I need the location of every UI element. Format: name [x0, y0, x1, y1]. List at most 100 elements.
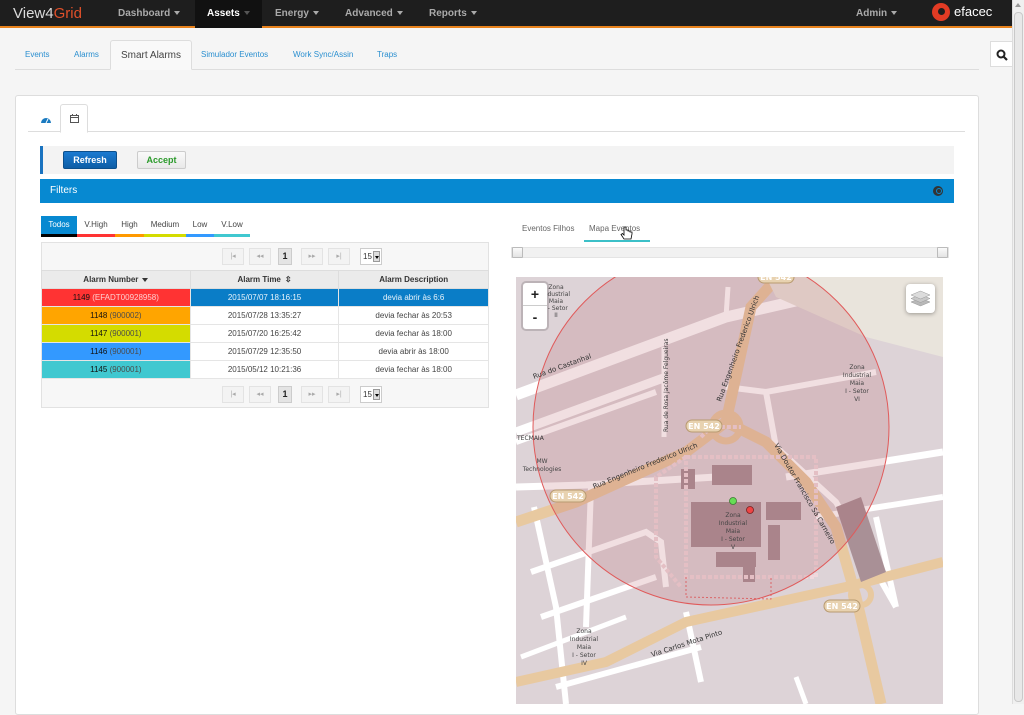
en542-shield: EN 542 [757, 277, 795, 284]
green-marker [729, 497, 737, 505]
zoom-in-button[interactable]: + [523, 283, 547, 306]
tab-simulador-eventos[interactable]: Simulador Eventos [191, 40, 278, 70]
nav-dashboard[interactable]: Dashboard [106, 0, 192, 28]
svg-text:EN 542: EN 542 [826, 602, 858, 611]
time-range-slider[interactable] [511, 247, 949, 258]
column-label: Alarm Number [83, 275, 139, 284]
current-page[interactable]: 1 [278, 248, 292, 265]
svg-text:Zona: Zona [725, 512, 741, 519]
tab-eventos-filhos[interactable]: Eventos Filhos [522, 224, 574, 242]
hand-cursor-icon [620, 226, 633, 240]
brand-main: View4 [13, 5, 54, 22]
tab-calendar-view[interactable] [60, 104, 88, 133]
search-button[interactable] [990, 41, 1012, 67]
table-row[interactable]: 1148 (900002) 2015/07/28 13:35:27 devia … [41, 306, 489, 325]
sort-icon: ⇳ [284, 275, 292, 285]
alarm-ref: (900001) [109, 347, 142, 356]
current-page[interactable]: 1 [278, 386, 292, 403]
nav-energy[interactable]: Energy [263, 0, 331, 28]
user-name: Admin [856, 8, 888, 19]
alarm-description-cell: devia abrir às 18:00 [338, 342, 489, 361]
prev-page-button[interactable]: ◂◂ [249, 386, 271, 403]
alarm-number: 1147 [90, 329, 108, 338]
next-page-button[interactable]: ▸▸ [301, 386, 323, 403]
filter-vhigh[interactable]: V.High [77, 216, 115, 237]
accept-button[interactable]: Accept [137, 151, 186, 169]
layers-button[interactable] [906, 284, 935, 313]
table-row[interactable]: 1149 (EFADT00928958) 2015/07/07 18:16:15… [41, 288, 489, 307]
tab-events[interactable]: Events [15, 40, 59, 70]
alarm-description-cell: devia abrir às 6:6 [338, 288, 489, 307]
tab-traps[interactable]: Traps [367, 40, 407, 70]
first-page-button[interactable]: |◂ [222, 248, 244, 265]
tab-smart-alarms[interactable]: Smart Alarms [110, 40, 193, 70]
tab-mapa-eventos[interactable]: Mapa Eventos [584, 224, 650, 242]
page-scrollbar[interactable] [1012, 0, 1024, 704]
filters-toggle-icon[interactable] [933, 186, 943, 196]
zoom-out-button[interactable]: - [523, 306, 547, 329]
brand-logo[interactable]: View4Grid [13, 5, 82, 22]
caret-down-icon [243, 11, 250, 16]
page-size-select[interactable]: 15 [360, 386, 382, 403]
alarm-table: Alarm Number Alarm Time ⇳ Alarm Descripti… [41, 270, 489, 379]
first-page-button[interactable]: |◂ [222, 386, 244, 403]
scroll-up-arrow-icon[interactable] [1015, 3, 1021, 7]
filter-todos[interactable]: Todos [41, 216, 77, 237]
filter-vlow[interactable]: V.Low [214, 216, 250, 237]
table-row[interactable]: 1146 (900001) 2015/07/29 12:35:50 devia … [41, 342, 489, 361]
caret-down-icon [312, 11, 319, 16]
tab-alarms[interactable]: Alarms [64, 40, 109, 70]
svg-text:II: II [554, 312, 558, 319]
page-size-value: 15 [363, 390, 372, 399]
page-size-value: 15 [363, 252, 372, 261]
col-alarm-number[interactable]: Alarm Number [41, 270, 191, 289]
dashboard-icon [41, 118, 51, 123]
table-row[interactable]: 1145 (900001) 2015/05/12 10:21:36 devia … [41, 360, 489, 379]
table-row[interactable]: 1147 (900001) 2015/07/20 16:25:42 devia … [41, 324, 489, 343]
slider-handle-end[interactable] [937, 247, 948, 258]
alarm-number-cell: 1145 (900001) [41, 360, 191, 379]
efacec-logo: efacec [932, 2, 1002, 24]
filters-bar[interactable]: Filters [40, 179, 954, 203]
filter-high[interactable]: High [115, 216, 144, 237]
prev-page-button[interactable]: ◂◂ [249, 248, 271, 265]
col-alarm-description[interactable]: Alarm Description [338, 270, 489, 289]
user-menu[interactable]: Admin [844, 0, 909, 28]
nav-assets[interactable]: Assets [195, 0, 262, 28]
svg-text:Industrial: Industrial [719, 520, 747, 527]
svg-text:I - Setor: I - Setor [544, 305, 568, 312]
en542-shield: EN 542 [823, 599, 861, 613]
alarm-time-cell: 2015/07/28 13:35:27 [189, 306, 340, 325]
filter-medium[interactable]: Medium [144, 216, 186, 237]
alarm-number-cell: 1148 (900002) [41, 306, 191, 325]
last-page-button[interactable]: ▸| [328, 248, 350, 265]
svg-text:EN 542: EN 542 [688, 422, 720, 431]
en542-shield: EN 542 [549, 489, 587, 503]
alarm-number: 1148 [90, 311, 108, 320]
slider-handle-start[interactable] [512, 247, 523, 258]
filters-title: Filters [50, 185, 78, 196]
filter-low[interactable]: Low [186, 216, 214, 237]
nav-advanced[interactable]: Advanced [333, 0, 415, 28]
search-icon [996, 49, 1008, 61]
col-alarm-time[interactable]: Alarm Time ⇳ [189, 270, 340, 289]
nav-label: Energy [275, 8, 309, 19]
alarm-ref: (EFADT00928958) [92, 293, 159, 302]
tab-dashboard-view[interactable] [32, 104, 60, 133]
svg-text:I - Setor: I - Setor [572, 652, 596, 659]
pager-bottom: |◂ ◂◂ 1 ▸▸ ▸| 15 [222, 386, 384, 403]
last-page-button[interactable]: ▸| [328, 386, 350, 403]
scrollbar-thumb[interactable] [1014, 12, 1023, 702]
svg-text:Maia: Maia [850, 380, 865, 387]
nav-label: Dashboard [118, 8, 171, 19]
tab-work-sync[interactable]: Work Sync/Assin [283, 40, 363, 70]
refresh-button[interactable]: Refresh [63, 151, 117, 169]
next-page-button[interactable]: ▸▸ [301, 248, 323, 265]
nav-reports[interactable]: Reports [417, 0, 489, 28]
events-map[interactable]: EN 542 EN 542 EN 542 EN 542 Rua do Casta… [516, 277, 943, 704]
layers-icon [910, 290, 931, 307]
action-toolbar: Refresh Accept [40, 146, 954, 174]
label-tecmaia: TECMAIA [516, 435, 545, 442]
page-size-select[interactable]: 15 [360, 248, 382, 265]
alarm-time-cell: 2015/07/07 18:16:15 [189, 288, 340, 307]
